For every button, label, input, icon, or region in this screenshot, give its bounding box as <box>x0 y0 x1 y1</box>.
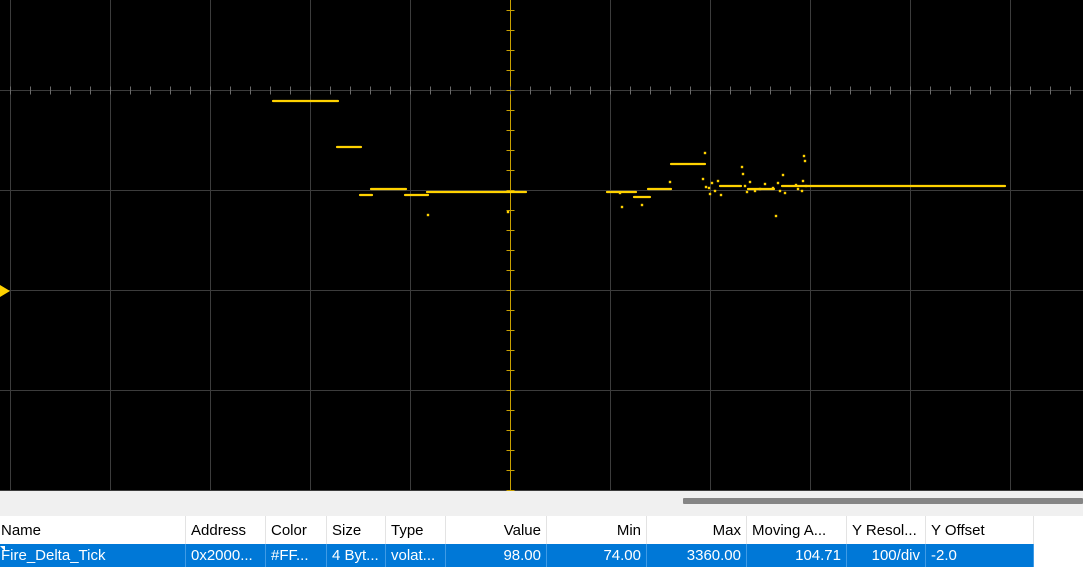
column-header-color[interactable]: Color <box>266 516 327 544</box>
column-header-type[interactable]: Type <box>386 516 446 544</box>
horizontal-scrollbar[interactable] <box>0 491 1083 516</box>
cell-max[interactable]: 3360.00 <box>647 544 747 567</box>
scope-window: Name Address Color Size Type Value Min M… <box>0 0 1083 584</box>
trace-point <box>716 179 720 183</box>
trace-point <box>800 189 804 193</box>
oscilloscope-plot[interactable] <box>0 0 1083 491</box>
table-header: Name Address Color Size Type Value Min M… <box>0 516 1034 545</box>
cell-color[interactable]: #FF... <box>266 544 327 567</box>
trace-point <box>701 177 705 181</box>
scrollbar-thumb[interactable] <box>683 498 1083 504</box>
triangle-right-icon[interactable] <box>0 285 10 297</box>
trace-point <box>802 154 806 158</box>
trace-point <box>753 189 757 193</box>
column-header-moving-average[interactable]: Moving A... <box>747 516 847 544</box>
column-header-max[interactable]: Max <box>647 516 747 544</box>
trace-point <box>668 180 672 184</box>
cell-value[interactable]: 98.00 <box>446 544 547 567</box>
signal-trace <box>271 99 1007 218</box>
table-row[interactable]: Fire_Delta_Tick 0x2000... #FF... 4 Byt..… <box>0 544 1034 567</box>
trace-point <box>771 186 775 190</box>
trace-point <box>740 165 744 169</box>
cell-y-offset[interactable]: -2.0 <box>926 544 1034 567</box>
trace-point <box>704 185 708 189</box>
column-header-size[interactable]: Size <box>327 516 386 544</box>
trace-point <box>741 172 745 176</box>
trace-point <box>713 189 717 193</box>
trace-point <box>745 190 749 194</box>
trace-point <box>796 187 800 191</box>
trace-point <box>758 187 762 191</box>
trace-point <box>710 181 714 185</box>
trace-point <box>803 159 807 163</box>
trace-point <box>748 180 752 184</box>
trace-point <box>618 191 622 195</box>
trace-point <box>620 205 624 209</box>
cell-type[interactable]: volat... <box>386 544 446 567</box>
trace-point <box>781 173 785 177</box>
column-header-address[interactable]: Address <box>186 516 266 544</box>
grid-lines <box>0 0 1083 491</box>
trace-point <box>794 183 798 187</box>
trace-point <box>774 214 778 218</box>
column-header-value[interactable]: Value <box>446 516 547 544</box>
cell-size[interactable]: 4 Byt... <box>327 544 386 567</box>
trace-point <box>707 186 711 190</box>
trace-point <box>708 192 712 196</box>
cell-y-resolution[interactable]: 100/div <box>847 544 926 567</box>
trace-point <box>801 179 805 183</box>
trace-point <box>719 193 723 197</box>
trace-point <box>426 213 430 217</box>
column-header-y-resolution[interactable]: Y Resol... <box>847 516 926 544</box>
trace-point <box>763 182 767 186</box>
trace-point <box>743 184 747 188</box>
trace-point <box>640 203 644 207</box>
cell-address[interactable]: 0x2000... <box>186 544 266 567</box>
trace-point <box>778 189 782 193</box>
cell-moving-average[interactable]: 104.71 <box>747 544 847 567</box>
variable-table: Name Address Color Size Type Value Min M… <box>0 516 1083 584</box>
cell-name[interactable]: Fire_Delta_Tick <box>0 544 186 567</box>
trace-point <box>776 181 780 185</box>
column-header-name[interactable]: Name <box>0 516 186 544</box>
trace-point <box>506 210 510 214</box>
trace-point <box>703 151 707 155</box>
axis-ticks <box>10 10 1071 491</box>
cell-min[interactable]: 74.00 <box>547 544 647 567</box>
plot-canvas[interactable] <box>0 0 1083 491</box>
column-header-min[interactable]: Min <box>547 516 647 544</box>
trace-point <box>783 191 787 195</box>
column-header-y-offset[interactable]: Y Offset <box>926 516 1034 544</box>
